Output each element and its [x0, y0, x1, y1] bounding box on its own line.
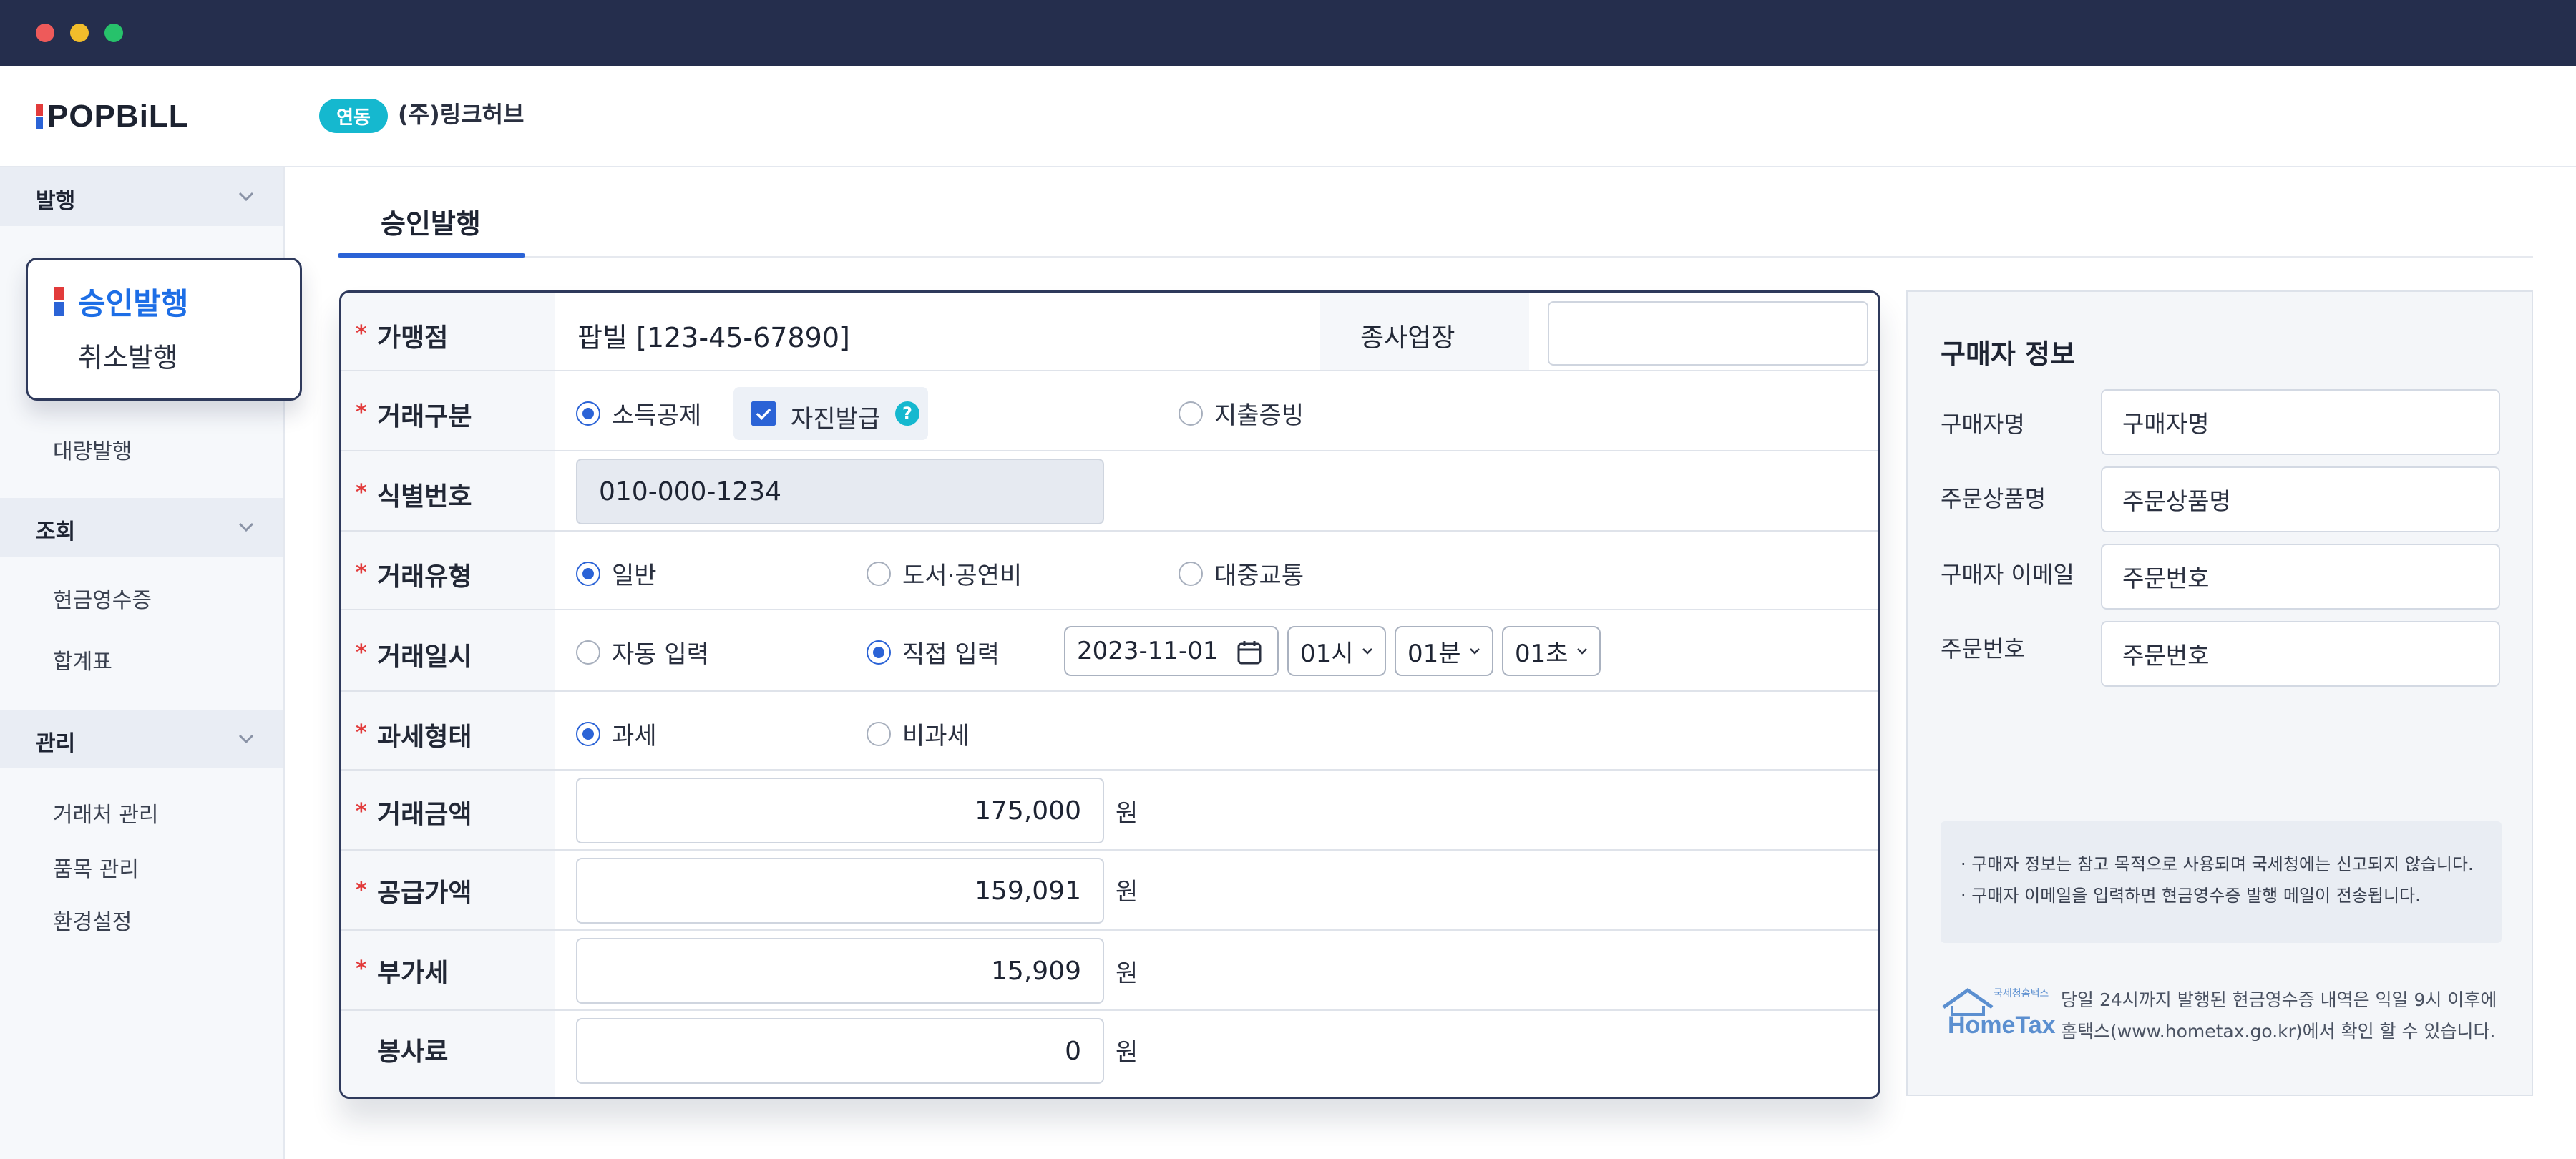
- required-mark: *: [356, 321, 367, 346]
- popbill-logo[interactable]: POPBiLL: [36, 99, 189, 135]
- form-row-amount: * 거래금액 175,000 원: [341, 771, 1878, 851]
- radio-general[interactable]: 일반: [576, 556, 657, 591]
- supply-input[interactable]: 159,091: [576, 858, 1104, 924]
- sidebar-item-bulk[interactable]: 대량발행: [53, 434, 132, 465]
- radio-income-deduction[interactable]: 소득공제: [576, 396, 701, 431]
- chevron-down-icon: [238, 734, 254, 744]
- sidebar-item-receipts[interactable]: 현금영수증: [53, 582, 152, 614]
- hometax-notice: 당일 24시까지 발행된 현금영수증 내역은 익일 9시 이후에 홈택스(www…: [2061, 989, 2497, 1042]
- company-name: (주)링크허브: [398, 101, 525, 128]
- window-titlebar: [0, 0, 2576, 66]
- radio-expense-proof[interactable]: 지출증빙: [1179, 396, 1304, 431]
- id-number-input[interactable]: 010-000-1234: [576, 459, 1104, 524]
- form-row-merchant: * 가맹점 팝빌 [123-45-67890] 종사업장: [341, 293, 1878, 371]
- second-select[interactable]: 01초: [1502, 626, 1601, 676]
- order-number-input[interactable]: 주문번호: [2101, 621, 2500, 687]
- hour-select[interactable]: 01시: [1287, 626, 1386, 676]
- form-row-supply: * 공급가액 159,091 원: [341, 851, 1878, 931]
- radio-manual-input[interactable]: 직접 입력: [867, 635, 1000, 670]
- buyer-notice: · 구매자 정보는 참고 목적으로 사용되며 국세청에는 신고되지 않습니다. …: [1941, 821, 2502, 943]
- sidebar-item-cancel[interactable]: 취소발행: [78, 336, 178, 375]
- chevron-down-icon: [238, 192, 254, 202]
- radio-taxable[interactable]: 과세: [576, 716, 657, 751]
- radio-books-performance[interactable]: 도서·공연비: [867, 556, 1022, 591]
- close-window-dot[interactable]: [36, 24, 54, 42]
- form-row-id-number: * 식별번호 010-000-1234: [341, 451, 1878, 532]
- form-row-trade-type: * 거래구분 소득공제 자진발급 ? 지출증빙: [341, 371, 1878, 451]
- tab-divider: [338, 256, 2533, 258]
- sidebar-item-settings[interactable]: 환경설정: [53, 904, 132, 936]
- buyer-email-input[interactable]: 주문번호: [2101, 544, 2500, 610]
- service-input[interactable]: 0: [576, 1018, 1104, 1084]
- hometax-logo: 국세청홈택스 HomeTax: [1939, 986, 2056, 1043]
- form-row-trade-kind: * 거래유형 일반 도서·공연비 대중교통: [341, 532, 1878, 610]
- maximize-window-dot[interactable]: [104, 24, 123, 42]
- radio-tax-free[interactable]: 비과세: [867, 716, 970, 751]
- radio-public-transport[interactable]: 대중교통: [1179, 556, 1304, 591]
- app-header: POPBiLL 연동 (주)링크허브: [0, 66, 2576, 167]
- tab-active-indicator: [338, 253, 525, 258]
- form-row-service: 봉사료 0 원: [341, 1011, 1878, 1097]
- product-name-input[interactable]: 주문상품명: [2101, 466, 2500, 532]
- calendar-icon: [1237, 641, 1262, 665]
- minute-select[interactable]: 01분: [1395, 626, 1493, 676]
- link-badge: 연동: [319, 99, 388, 133]
- sidebar-item-summary[interactable]: 합계표: [53, 644, 112, 675]
- sub-store-label: 종사업장: [1360, 323, 1455, 353]
- buyer-name-input[interactable]: 구매자명: [2101, 389, 2500, 455]
- amount-input[interactable]: 175,000: [576, 778, 1104, 843]
- form-row-trade-date: * 거래일시 자동 입력 직접 입력 2023-11-01 01시 01분 01…: [341, 610, 1878, 692]
- buyer-panel: 구매자 정보 구매자명 구매자명 주문상품명 주문상품명 구매자 이메일 주문번…: [1906, 290, 2533, 1096]
- merchant-value: 팝빌 [123-45-67890]: [577, 322, 850, 353]
- sidebar-group-manage[interactable]: 관리: [0, 710, 283, 768]
- chevron-down-icon: [1469, 648, 1480, 655]
- tab-approve[interactable]: 승인발행: [381, 202, 481, 241]
- sidebar-issue-popup: 승인발행 취소발행: [26, 258, 302, 401]
- form-row-tax-type: * 과세형태 과세 비과세: [341, 692, 1878, 771]
- chevron-down-icon: [1576, 648, 1587, 655]
- active-marker-icon: [54, 287, 64, 316]
- self-issue-checkbox[interactable]: 자진발급 ?: [733, 387, 928, 440]
- help-icon[interactable]: ?: [895, 401, 919, 426]
- sidebar-item-approve[interactable]: 승인발행: [78, 280, 189, 323]
- form-row-vat: * 부가세 15,909 원: [341, 931, 1878, 1011]
- chevron-down-icon: [238, 522, 254, 532]
- chevron-down-icon: [1362, 648, 1372, 655]
- date-picker[interactable]: 2023-11-01: [1064, 626, 1279, 676]
- issue-form: * 가맹점 팝빌 [123-45-67890] 종사업장 * 거래구분 소득공제…: [339, 290, 1880, 1099]
- radio-auto-input[interactable]: 자동 입력: [576, 635, 709, 670]
- buyer-panel-title: 구매자 정보: [1941, 338, 2076, 370]
- sidebar-group-inquiry[interactable]: 조회: [0, 498, 283, 557]
- sidebar-item-clients[interactable]: 거래처 관리: [53, 797, 159, 828]
- sub-store-input[interactable]: [1548, 301, 1868, 366]
- sidebar-group-issue[interactable]: 발행: [0, 167, 283, 226]
- sidebar-item-products[interactable]: 품목 관리: [53, 851, 139, 883]
- minimize-window-dot[interactable]: [70, 24, 89, 42]
- checkbox-checked-icon: [751, 401, 776, 426]
- vat-input[interactable]: 15,909: [576, 938, 1104, 1004]
- logo-mark-icon: [36, 104, 43, 129]
